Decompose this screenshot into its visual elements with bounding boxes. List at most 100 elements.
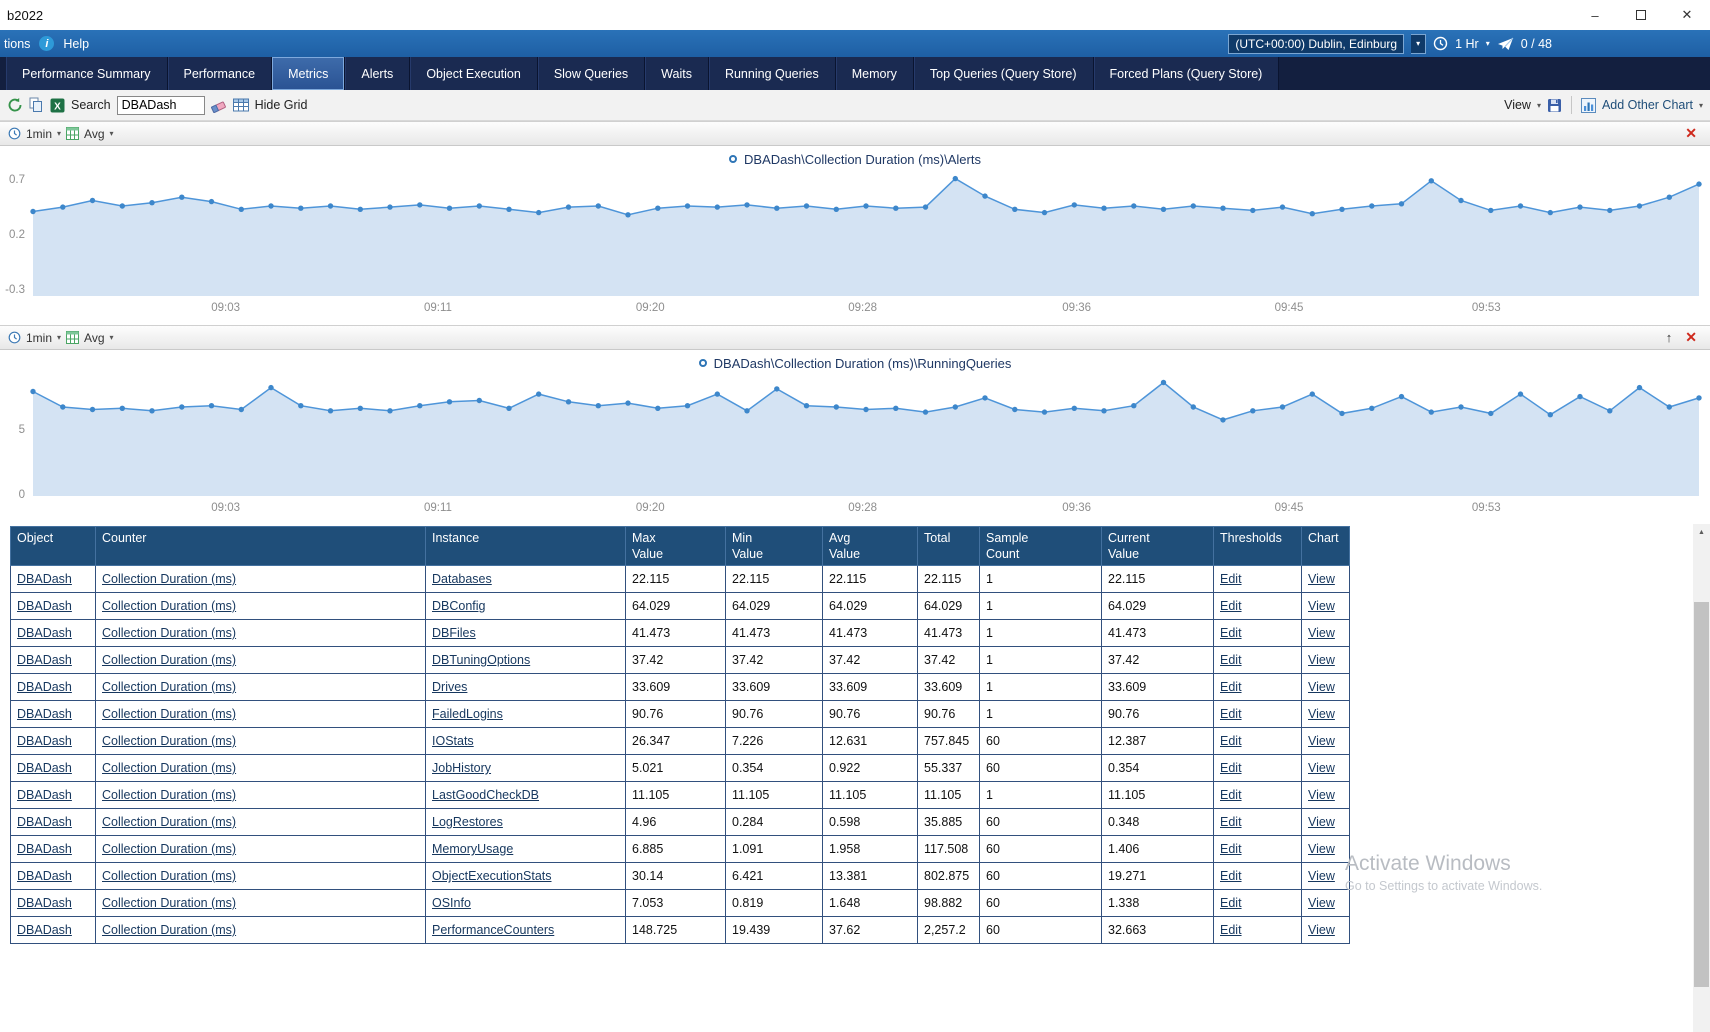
close-chart-button[interactable]: ✕ bbox=[1680, 329, 1702, 346]
interval-select[interactable]: 1min bbox=[26, 331, 52, 345]
cell-link[interactable]: Edit bbox=[1220, 680, 1242, 694]
cell-link[interactable]: Collection Duration (ms) bbox=[102, 599, 236, 613]
cell-link[interactable]: View bbox=[1308, 815, 1335, 829]
cell-link[interactable]: Edit bbox=[1220, 761, 1242, 775]
cell-link[interactable]: Edit bbox=[1220, 626, 1242, 640]
cell-link[interactable]: Collection Duration (ms) bbox=[102, 572, 236, 586]
cell-link[interactable]: DBADash bbox=[17, 815, 72, 829]
tab-alerts[interactable]: Alerts bbox=[345, 57, 410, 90]
cell-link[interactable]: Collection Duration (ms) bbox=[102, 626, 236, 640]
cell-link[interactable]: Collection Duration (ms) bbox=[102, 815, 236, 829]
tab-forced-plans-query-store[interactable]: Forced Plans (Query Store) bbox=[1094, 57, 1280, 90]
menu-options[interactable]: tions bbox=[2, 37, 32, 51]
timezone-select[interactable]: (UTC+00:00) Dublin, Edinburg bbox=[1228, 34, 1404, 54]
cell-link[interactable]: View bbox=[1308, 761, 1335, 775]
cell-link[interactable]: DBADash bbox=[17, 896, 72, 910]
timezone-caret[interactable]: ▾ bbox=[1411, 34, 1426, 54]
cell-link[interactable]: DBADash bbox=[17, 734, 72, 748]
cell-link[interactable]: OSInfo bbox=[432, 896, 471, 910]
cell-link[interactable]: DBADash bbox=[17, 842, 72, 856]
cell-link[interactable]: Drives bbox=[432, 680, 467, 694]
cell-link[interactable]: Edit bbox=[1220, 599, 1242, 613]
cell-link[interactable]: DBADash bbox=[17, 707, 72, 721]
tab-object-execution[interactable]: Object Execution bbox=[410, 57, 538, 90]
column-header-thresholds[interactable]: Thresholds bbox=[1214, 527, 1302, 566]
menu-help[interactable]: Help bbox=[61, 37, 91, 51]
cell-link[interactable]: MemoryUsage bbox=[432, 842, 513, 856]
cell-link[interactable]: Collection Duration (ms) bbox=[102, 761, 236, 775]
hide-grid-button[interactable] bbox=[233, 98, 249, 112]
cell-link[interactable]: Edit bbox=[1220, 896, 1242, 910]
copy-button[interactable] bbox=[29, 97, 44, 113]
column-header-avg-value[interactable]: Avg Value bbox=[823, 527, 918, 566]
cell-link[interactable]: Edit bbox=[1220, 734, 1242, 748]
cell-link[interactable]: Edit bbox=[1220, 815, 1242, 829]
cell-link[interactable]: Edit bbox=[1220, 788, 1242, 802]
hide-grid-label[interactable]: Hide Grid bbox=[255, 98, 308, 112]
cell-link[interactable]: DBADash bbox=[17, 599, 72, 613]
column-header-max-value[interactable]: Max Value bbox=[626, 527, 726, 566]
alerts-chart-plot[interactable] bbox=[30, 172, 1702, 296]
chevron-down-icon[interactable]: ▾ bbox=[1486, 39, 1490, 48]
aggregate-select[interactable]: Avg bbox=[84, 331, 104, 345]
tab-performance[interactable]: Performance bbox=[168, 57, 273, 90]
column-header-min-value[interactable]: Min Value bbox=[726, 527, 823, 566]
cell-link[interactable]: Collection Duration (ms) bbox=[102, 869, 236, 883]
cell-link[interactable]: IOStats bbox=[432, 734, 474, 748]
aggregate-select[interactable]: Avg bbox=[84, 127, 104, 141]
cell-link[interactable]: DBADash bbox=[17, 788, 72, 802]
column-header-instance[interactable]: Instance bbox=[426, 527, 626, 566]
add-other-chart-button[interactable]: Add Other Chart bbox=[1602, 98, 1693, 112]
chevron-down-icon[interactable]: ▾ bbox=[110, 333, 114, 342]
tab-slow-queries[interactable]: Slow Queries bbox=[538, 57, 645, 90]
cell-link[interactable]: FailedLogins bbox=[432, 707, 503, 721]
cell-link[interactable]: Edit bbox=[1220, 572, 1242, 586]
cell-link[interactable]: LogRestores bbox=[432, 815, 503, 829]
move-chart-up-button[interactable]: ↑ bbox=[1663, 330, 1676, 345]
column-header-sample-count[interactable]: Sample Count bbox=[980, 527, 1102, 566]
cell-link[interactable]: DBADash bbox=[17, 680, 72, 694]
interval-select[interactable]: 1min bbox=[26, 127, 52, 141]
scrollbar-thumb[interactable] bbox=[1694, 602, 1709, 987]
column-header-current-value[interactable]: Current Value bbox=[1102, 527, 1214, 566]
cell-link[interactable]: Edit bbox=[1220, 842, 1242, 856]
cell-link[interactable]: Collection Duration (ms) bbox=[102, 788, 236, 802]
cell-link[interactable]: DBADash bbox=[17, 869, 72, 883]
tab-memory[interactable]: Memory bbox=[836, 57, 914, 90]
close-chart-button[interactable]: ✕ bbox=[1680, 125, 1702, 142]
cell-link[interactable]: Collection Duration (ms) bbox=[102, 923, 236, 937]
tab-metrics[interactable]: Metrics bbox=[272, 57, 345, 90]
cell-link[interactable]: DBADash bbox=[17, 923, 72, 937]
close-button[interactable]: ✕ bbox=[1664, 0, 1710, 30]
minimize-button[interactable]: – bbox=[1572, 0, 1618, 30]
cell-link[interactable]: Edit bbox=[1220, 923, 1242, 937]
chevron-down-icon[interactable]: ▾ bbox=[110, 129, 114, 138]
chevron-down-icon[interactable]: ▾ bbox=[1699, 101, 1703, 110]
tab-waits[interactable]: Waits bbox=[645, 57, 709, 90]
search-input[interactable] bbox=[117, 96, 205, 115]
column-header-chart[interactable]: Chart bbox=[1302, 527, 1350, 566]
export-excel-button[interactable]: X bbox=[50, 98, 65, 113]
scroll-up-button[interactable]: ▲ bbox=[1693, 524, 1710, 540]
cell-link[interactable]: JobHistory bbox=[432, 761, 491, 775]
clear-search-button[interactable] bbox=[211, 98, 227, 113]
cell-link[interactable]: DBConfig bbox=[432, 599, 486, 613]
column-header-object[interactable]: Object bbox=[11, 527, 96, 566]
cell-link[interactable]: View bbox=[1308, 869, 1335, 883]
refresh-button[interactable] bbox=[7, 97, 23, 113]
cell-link[interactable]: View bbox=[1308, 626, 1335, 640]
cell-link[interactable]: View bbox=[1308, 788, 1335, 802]
chevron-down-icon[interactable]: ▾ bbox=[57, 333, 61, 342]
view-dropdown[interactable]: View bbox=[1504, 98, 1531, 112]
tab-running-queries[interactable]: Running Queries bbox=[709, 57, 836, 90]
cell-link[interactable]: ObjectExecutionStats bbox=[432, 869, 552, 883]
cell-link[interactable]: Collection Duration (ms) bbox=[102, 734, 236, 748]
cell-link[interactable]: DBFiles bbox=[432, 626, 476, 640]
vertical-scrollbar[interactable]: ▲ bbox=[1693, 524, 1710, 1032]
cell-link[interactable]: Edit bbox=[1220, 707, 1242, 721]
cell-link[interactable]: Edit bbox=[1220, 653, 1242, 667]
cell-link[interactable]: View bbox=[1308, 842, 1335, 856]
cell-link[interactable]: Collection Duration (ms) bbox=[102, 680, 236, 694]
cell-link[interactable]: DBADash bbox=[17, 653, 72, 667]
cell-link[interactable]: Edit bbox=[1220, 869, 1242, 883]
